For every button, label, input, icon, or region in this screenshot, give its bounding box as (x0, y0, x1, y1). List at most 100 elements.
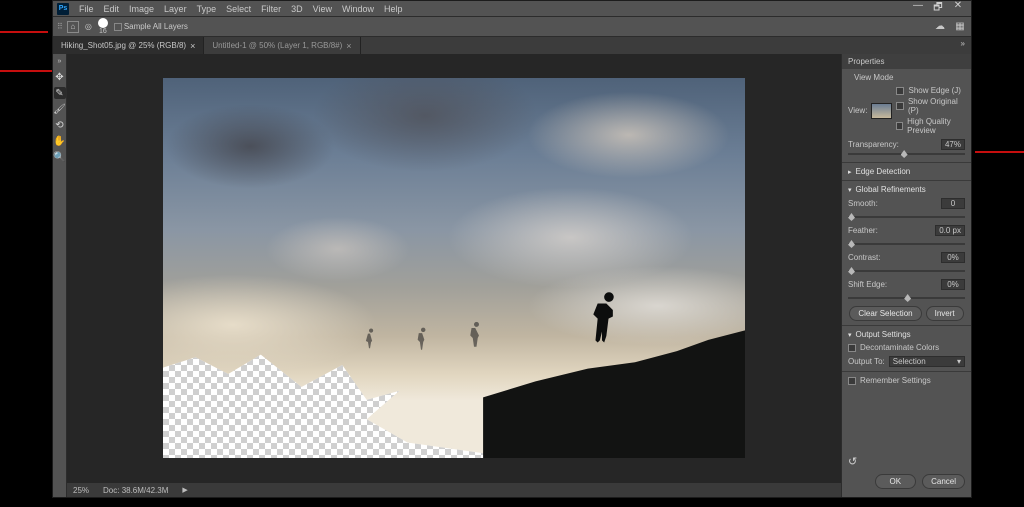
shift-edge-label: Shift Edge: (848, 280, 887, 289)
transparency-label: Transparency: (848, 140, 899, 149)
invert-button[interactable]: Invert (926, 306, 964, 321)
document-tab-active[interactable]: Hiking_Shot05.jpg @ 25% (RGB/8) × (53, 37, 204, 54)
edge-detection-label: Edge Detection (856, 167, 911, 176)
panel-footer: ↺ OK Cancel (842, 451, 971, 497)
checkbox-icon (114, 23, 122, 31)
smooth-value[interactable]: 0 (941, 198, 965, 209)
zoom-level[interactable]: 25% (73, 486, 89, 495)
hiker-ghost (466, 322, 481, 354)
expand-toolbox-icon[interactable]: » (58, 58, 62, 65)
chevron-down-icon: ▾ (848, 331, 852, 339)
transparency-row: Transparency: 47% (848, 139, 965, 158)
feather-label: Feather: (848, 226, 878, 235)
smooth-label: Smooth: (848, 199, 878, 208)
cloud-docs-icon[interactable]: ☁ (933, 21, 947, 32)
sample-all-layers-option[interactable]: Sample All Layers (114, 22, 188, 31)
menu-filter[interactable]: Filter (257, 3, 285, 15)
output-to-select[interactable]: Selection▾ (889, 356, 965, 367)
contrast-slider[interactable] (848, 267, 965, 275)
remember-settings-option[interactable]: Remember Settings (848, 376, 965, 385)
annotation-line-left (0, 70, 55, 72)
toolbox: » ✥ ✎ 🖌 ⟲ ✋ 🔍 (53, 54, 67, 497)
view-mode-section: View Mode View: Show Edge (J) Show Origi… (842, 69, 971, 163)
collapse-panels-icon[interactable]: » (955, 37, 971, 54)
checkbox-icon (896, 122, 903, 130)
workspace-icon[interactable]: ▦ (953, 21, 967, 32)
feather-value[interactable]: 0.0 px (935, 225, 965, 236)
menu-view[interactable]: View (309, 3, 336, 15)
shift-edge-slider[interactable] (848, 294, 965, 302)
document-tab-inactive[interactable]: Untitled-1 @ 50% (Layer 1, RGB/8#) × (204, 37, 360, 54)
checkbox-icon (896, 87, 904, 95)
hq-preview-label: High Quality Preview (907, 117, 965, 135)
annotation-line-top (0, 31, 48, 33)
menu-layer[interactable]: Layer (160, 3, 191, 15)
shift-edge-value[interactable]: 0% (941, 279, 965, 290)
global-refinements-section: ▾ Global Refinements Smooth: 0 Feather: 0.0… (842, 181, 971, 326)
checkbox-icon (848, 344, 856, 352)
close-tab-icon[interactable]: × (190, 41, 195, 51)
minimize-icon[interactable]: — (911, 0, 925, 17)
zoom-tool[interactable]: 🔍 (54, 151, 66, 163)
menu-edit[interactable]: Edit (100, 3, 124, 15)
view-label: View: (848, 106, 867, 115)
menu-image[interactable]: Image (125, 3, 158, 15)
ok-button[interactable]: OK (875, 474, 917, 489)
menu-help[interactable]: Help (380, 3, 407, 15)
doc-tab-label: Hiking_Shot05.jpg @ 25% (RGB/8) (61, 41, 186, 50)
menu-window[interactable]: Window (338, 3, 378, 15)
hq-preview-option[interactable]: High Quality Preview (896, 117, 965, 135)
target-icon[interactable]: ◎ (85, 22, 92, 31)
document-image (163, 78, 745, 458)
clear-selection-button[interactable]: Clear Selection (849, 306, 921, 321)
checkbox-icon (896, 102, 903, 110)
reset-icon[interactable]: ↺ (848, 455, 965, 468)
doc-tab-label: Untitled-1 @ 50% (Layer 1, RGB/8#) (212, 41, 342, 50)
window-controls: — 🗗 ✕ (911, 0, 971, 17)
menu-3d[interactable]: 3D (287, 3, 307, 15)
decontaminate-label: Decontaminate Colors (860, 343, 939, 352)
decontaminate-option[interactable]: Decontaminate Colors (848, 343, 965, 352)
menu-file[interactable]: File (75, 3, 98, 15)
properties-panel: Properties View Mode View: Show Edge (J)… (841, 54, 971, 497)
close-icon[interactable]: ✕ (951, 0, 965, 17)
output-settings-label: Output Settings (856, 330, 911, 339)
show-edge-label: Show Edge (J) (908, 86, 960, 95)
quick-select-tool[interactable]: ✥ (54, 71, 66, 83)
menu-select[interactable]: Select (222, 3, 255, 15)
transparency-value[interactable]: 47% (941, 139, 965, 150)
global-refinements-label: Global Refinements (856, 185, 926, 194)
hiker-ghost (362, 329, 375, 356)
cancel-button[interactable]: Cancel (922, 474, 965, 489)
status-menu-icon[interactable]: ▶ (182, 486, 187, 494)
brush-preview-icon[interactable] (98, 18, 108, 28)
remember-label: Remember Settings (860, 376, 931, 385)
hand-tool[interactable]: ✋ (54, 135, 66, 147)
transparency-slider[interactable] (848, 150, 965, 158)
doc-size-info: Doc: 38.6M/42.3M (103, 486, 168, 495)
brush-tool[interactable]: 🖌 (54, 103, 66, 115)
sample-all-layers-label: Sample All Layers (124, 22, 188, 31)
view-thumbnail[interactable] (871, 103, 892, 119)
grab-handle-icon: ⠿ (57, 22, 61, 31)
main-content: » ✥ ✎ 🖌 ⟲ ✋ 🔍 (53, 54, 971, 497)
contrast-value[interactable]: 0% (941, 252, 965, 263)
checkbox-icon (848, 377, 856, 385)
edge-detection-section[interactable]: ▸Edge Detection (842, 163, 971, 181)
close-tab-icon[interactable]: × (346, 41, 351, 51)
show-original-option[interactable]: Show Original (P) (896, 97, 965, 115)
app-window: Ps File Edit Image Layer Type Select Fil… (52, 0, 972, 498)
show-edge-option[interactable]: Show Edge (J) (896, 86, 965, 95)
refine-brush-tool[interactable]: ✎ (54, 87, 66, 99)
options-bar: ⠿ ⌂ ◎ 16 Sample All Layers ☁ ▦ (53, 17, 971, 37)
restore-icon[interactable]: 🗗 (931, 0, 945, 17)
smooth-slider[interactable] (848, 213, 965, 221)
lasso-tool[interactable]: ⟲ (54, 119, 66, 131)
menu-type[interactable]: Type (193, 3, 221, 15)
chevron-down-icon: ▾ (848, 186, 852, 194)
feather-slider[interactable] (848, 240, 965, 248)
home-icon[interactable]: ⌂ (67, 21, 79, 33)
hiker-ghost (414, 328, 428, 357)
view-mode-label: View Mode (854, 73, 965, 82)
document-canvas[interactable] (67, 54, 841, 482)
